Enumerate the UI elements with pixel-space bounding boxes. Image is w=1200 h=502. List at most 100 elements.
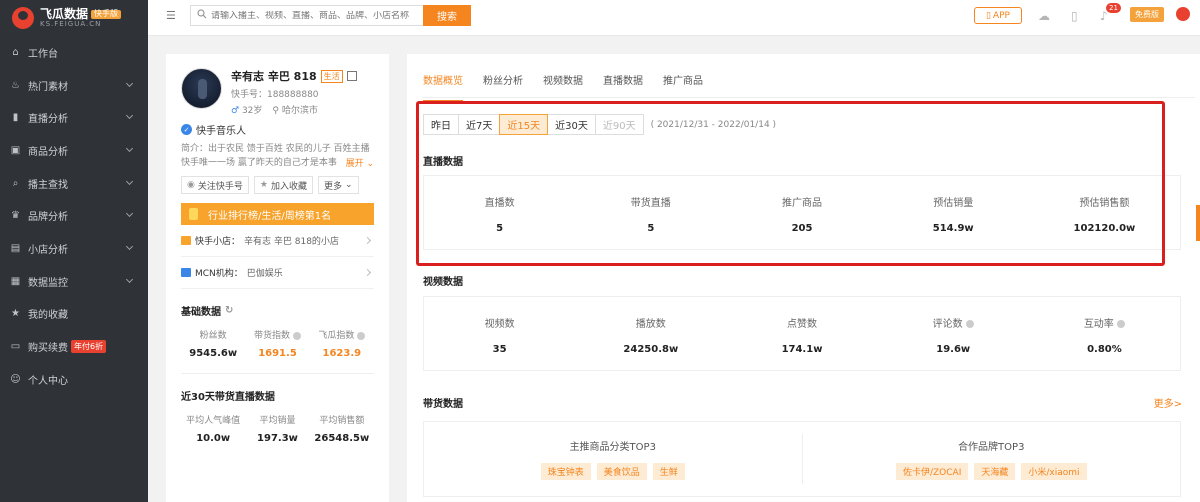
period-yesterday[interactable]: 昨日	[423, 114, 459, 135]
bar-chart-icon: ▮	[12, 112, 19, 124]
sidebar-nav: ⌂ 工作台 ♨ 热门素材 ▮ 直播分析 ▣ 商品分析 ⌕ 播主查找 ♛ 品牌分析 ▤ 小店分析 ▦ 数据监控 ★…	[0, 36, 148, 396]
card-icon: ▭	[10, 341, 21, 353]
cloud-icon[interactable]: ☁	[1038, 9, 1050, 23]
menu-toggle-icon[interactable]: ☰	[166, 9, 176, 22]
goods-data-title: 带货数据	[423, 399, 463, 410]
search-icon	[197, 9, 207, 22]
rank-banner-text: 行业排行榜/生活/周榜第1名	[208, 210, 332, 222]
streamer-avatar	[181, 68, 222, 109]
sidebar-item-9[interactable]: ▭ 购买续费 年付6折	[0, 330, 148, 363]
period-30d[interactable]: 近30天	[547, 114, 596, 135]
stat-comments: 评论数 19.6w	[878, 297, 1029, 370]
chevron-down-icon	[125, 112, 134, 120]
sidebar-item-6[interactable]: ▤ 小店分析	[0, 232, 148, 265]
star-icon: ★	[259, 180, 268, 190]
mcn-name: 巴伽娱乐	[246, 269, 283, 279]
logo-title: 飞瓜数据	[40, 6, 89, 21]
chevron-down-icon	[125, 275, 134, 283]
app-button[interactable]: ▯ APP	[974, 7, 1022, 24]
chevron-down-icon	[125, 177, 134, 185]
stat-likes: 点赞数 174.1w	[781, 319, 823, 355]
bio-expand-link[interactable]: 展开	[346, 159, 364, 169]
stat-sales-live: 带货直播 5	[630, 198, 671, 234]
refresh-icon[interactable]: ↻	[225, 305, 233, 316]
brand-icon: ♛	[11, 210, 20, 222]
qrcode-icon[interactable]	[346, 71, 357, 81]
stat-avg-sales: 平均销量 197.3w	[257, 416, 298, 444]
mobile-icon[interactable]: ▯	[1071, 9, 1078, 23]
version-badge[interactable]: 快手版	[91, 9, 122, 19]
sidebar-item-7[interactable]: ▦ 数据监控	[0, 265, 148, 298]
verified-icon: ✓	[181, 124, 192, 135]
verification-label: 快手音乐人	[196, 126, 246, 137]
follow-button[interactable]: ◉ 关注快手号	[181, 176, 249, 194]
sidebar-item-label: 购买续费	[28, 343, 68, 355]
sidebar-item-10[interactable]: ☺ 个人中心	[0, 363, 148, 396]
search-input[interactable]	[211, 10, 411, 21]
search-button[interactable]: 搜索	[423, 5, 471, 26]
sidebar-item-4[interactable]: ⌕ 播主查找	[0, 167, 148, 200]
sidebar-item-8[interactable]: ★ 我的收藏	[0, 298, 148, 331]
mcn-link[interactable]: MCN机构： 巴伽娱乐	[181, 257, 374, 289]
side-float-tab[interactable]	[1196, 205, 1200, 241]
rank-banner[interactable]: 行业排行榜/生活/周榜第1名	[181, 203, 374, 225]
chevron-down-icon	[125, 243, 134, 251]
sidebar-item-label: 数据监控	[28, 277, 68, 289]
category-tag-3[interactable]: 生鲜	[652, 463, 685, 480]
free-badge[interactable]: 免费版	[1130, 7, 1164, 22]
live-data-title: 直播数据	[423, 157, 463, 168]
period-15d[interactable]: 近15天	[499, 114, 549, 135]
chevron-down-icon	[125, 145, 134, 153]
brand-tag-2[interactable]: 天海藏	[974, 463, 1016, 480]
period-7d[interactable]: 近7天	[458, 114, 501, 135]
sidebar-item-5[interactable]: ♛ 品牌分析	[0, 199, 148, 232]
more-button[interactable]: 更多 ⌄	[317, 176, 359, 194]
mcn-icon	[181, 268, 191, 277]
sidebar-item-label: 小店分析	[28, 244, 68, 256]
shop-icon	[181, 236, 191, 245]
shop-name: 辛有志 辛巴 818的小店	[244, 237, 339, 247]
sidebar-item-label: 工作台	[28, 48, 58, 60]
chevron-down-icon	[125, 79, 134, 87]
brand-tag-3[interactable]: 小米/xiaomi	[1021, 463, 1087, 480]
sidebar-item-0[interactable]: ⌂ 工作台	[0, 36, 148, 69]
kuaishou-icon: ◉	[187, 180, 195, 190]
help-icon[interactable]	[292, 331, 301, 340]
profile-card: 辛有志 辛巴 818 生活 快手号：188888880 ♂ 32岁 ⚲ 哈尔滨市…	[166, 54, 389, 502]
brand-tag-1[interactable]: 佐卡伊/ZOCAI	[895, 463, 969, 480]
help-icon[interactable]	[965, 320, 974, 328]
trophy-icon	[189, 208, 198, 220]
user-avatar[interactable]	[1176, 7, 1190, 21]
app-button-label: APP	[992, 10, 1010, 21]
sidebar-item-3[interactable]: ▣ 商品分析	[0, 134, 148, 167]
stat-live-count: 直播数 5	[484, 198, 515, 234]
logo-url: KS.FEIGUA.CN	[40, 19, 102, 28]
live-30d-stats: 平均人气峰值 10.0w 平均销量 197.3w 平均销售额 26548.5w	[181, 413, 374, 444]
more-link[interactable]: 更多>	[1154, 395, 1182, 410]
live-30d-title: 近30天带货直播数据	[181, 392, 275, 403]
help-icon[interactable]	[1117, 320, 1125, 328]
main-panel: 数据概览 粉丝分析 视频数据 直播数据 推广商品 昨日 近7天 近15天 近30…	[407, 54, 1200, 502]
user-icon: ☺	[10, 373, 21, 385]
sidebar-item-1[interactable]: ♨ 热门素材	[0, 69, 148, 102]
kuaishou-shop-link[interactable]: 快手小店： 辛有志 辛巴 818的小店	[181, 225, 374, 257]
sidebar-item-label: 个人中心	[28, 375, 68, 387]
logo[interactable]: 飞瓜数据 快手版 KS.FEIGUA.CN	[0, 0, 148, 36]
sidebar-item-2[interactable]: ▮ 直播分析	[0, 101, 148, 134]
bag-icon: ▣	[10, 144, 21, 156]
chevron-down-icon	[125, 210, 134, 218]
gender-male-icon: ♂	[231, 106, 240, 116]
fire-icon: ♨	[11, 79, 20, 91]
chevron-right-icon	[363, 268, 372, 277]
favorite-button[interactable]: ★ 加入收藏	[253, 176, 313, 194]
category-tag-2[interactable]: 美食饮品	[596, 463, 647, 480]
help-icon[interactable]	[357, 331, 366, 340]
location-pin-icon: ⚲	[272, 106, 279, 116]
goods-top3: 主推商品分类TOP3 珠宝钟表 美食饮品 生鲜 合作品牌TOP3 佐卡伊/ZOC…	[423, 421, 1181, 497]
stat-feigua-index: 飞瓜指数 1623.9	[310, 328, 374, 359]
stat-promoted-goods: 推广商品 205	[782, 198, 822, 234]
category-tag-1[interactable]: 珠宝钟表	[540, 463, 591, 480]
chevron-right-icon	[363, 236, 372, 245]
sidebar-item-label: 直播分析	[28, 114, 68, 126]
top-bar: ☰ 搜索 ▯ APP ☁ ▯ ♪ 21 免费版	[148, 0, 1200, 36]
